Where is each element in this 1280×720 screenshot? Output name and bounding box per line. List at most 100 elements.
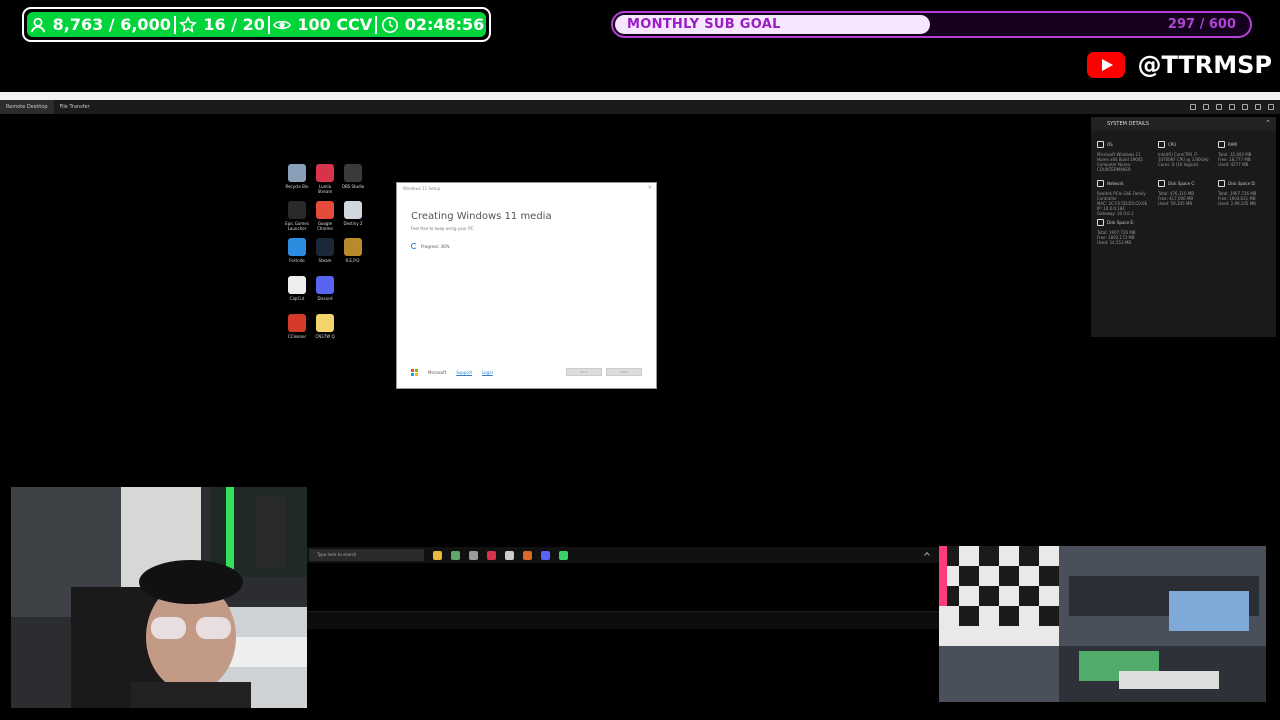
sub-goal-count: 297 / 600 bbox=[1167, 17, 1236, 32]
desktop-icon-label: CN37W Q bbox=[315, 334, 335, 339]
desktop-icon[interactable]: Fortnite bbox=[284, 238, 310, 263]
system-detail-label: Disk Space E: bbox=[1107, 220, 1135, 225]
hardware-icon bbox=[1158, 180, 1165, 187]
setup-window-title: Windows 11 Setup bbox=[403, 186, 441, 191]
lumia-taskbar-icon[interactable] bbox=[487, 550, 496, 560]
system-details-title: SYSTEM DETAILS bbox=[1107, 121, 1150, 127]
desktop-icon-label: Fortnite bbox=[289, 258, 305, 263]
desktop-icon-label: Lumia Stream bbox=[317, 184, 333, 194]
stat-divider bbox=[375, 15, 378, 34]
stat-divider bbox=[174, 15, 177, 34]
hardware-icon bbox=[1218, 180, 1225, 187]
webcam-left-scene bbox=[11, 487, 307, 708]
monitor-taskbar-icon[interactable] bbox=[559, 550, 568, 560]
system-detail-cell: Disk Space D: Total: 1907,726 MB Free: 160… bbox=[1218, 180, 1273, 206]
desktop-icon[interactable]: Lumia Stream bbox=[312, 164, 338, 194]
tray-chevron-icon[interactable] bbox=[924, 552, 930, 558]
windows-setup-dialog: Windows 11 Setup ✕ Creating Windows 11 m… bbox=[396, 182, 657, 389]
desktop-icon[interactable]: CCleaner bbox=[284, 314, 310, 339]
desktop-icon[interactable]: CN37W Q bbox=[312, 314, 338, 339]
youtube-icon bbox=[1087, 52, 1126, 78]
system-detail-cell: Disk Space E: Total: 1907,726 MB Free: 189… bbox=[1097, 219, 1152, 245]
system-detail-cell: Disk Space C: Total: 476,310 MB Free: 417,… bbox=[1158, 180, 1213, 206]
setup-progress-text: Progress: 36% bbox=[421, 243, 450, 249]
system-detail-line: Gateway: 10.0.0.1 bbox=[1097, 211, 1134, 216]
toolbar-keyboard-icon[interactable] bbox=[1216, 104, 1222, 110]
setup-subtitle: Feel free to keep using your PC. bbox=[411, 226, 475, 231]
system-detail-line: Used: 14,553 MB bbox=[1097, 240, 1132, 245]
desktop-icon[interactable]: Recycle Bin bbox=[284, 164, 310, 189]
system-detail-cell: CPU Intel(R) Core(TM) i7- 10700KF CPU @ 3.… bbox=[1158, 141, 1213, 167]
system-detail-label: Disk Space D: bbox=[1228, 181, 1256, 186]
youtube-handle: @TTRMSP bbox=[1087, 50, 1272, 80]
microsoft-logo-icon bbox=[411, 368, 418, 376]
support-link[interactable]: Support bbox=[456, 370, 472, 375]
desktop-icon-label: CCleaner bbox=[287, 334, 307, 339]
system-detail-line: Cores: 8 (16 logical) bbox=[1158, 162, 1199, 167]
desktop-icon[interactable]: CapCut bbox=[284, 276, 310, 301]
destiny-icon bbox=[344, 201, 362, 219]
timer-stat: 02:48:56 bbox=[381, 15, 485, 34]
close-icon[interactable]: ✕ bbox=[648, 185, 652, 191]
legal-link[interactable]: Legal bbox=[482, 370, 493, 375]
remote-toolbar: Remote Desktop File Transfer bbox=[0, 100, 1280, 114]
desktop-icon[interactable]: Destiny 2 bbox=[340, 201, 366, 226]
hardware-icon bbox=[1218, 141, 1225, 148]
desktop-icon[interactable]: Discord bbox=[312, 276, 338, 301]
back-button[interactable]: Back bbox=[566, 368, 602, 376]
webcam-left bbox=[11, 487, 307, 708]
toolbar-display-icon[interactable] bbox=[1203, 104, 1209, 110]
spinner-icon bbox=[411, 243, 417, 249]
desktop-icon-label: Destiny 2 bbox=[343, 221, 363, 226]
taskbar-search-input[interactable]: Type here to search bbox=[309, 549, 424, 561]
lumia-icon bbox=[316, 164, 334, 182]
file-explorer-icon[interactable] bbox=[433, 550, 442, 560]
system-details-header: SYSTEM DETAILS ⌃ bbox=[1091, 117, 1276, 131]
toolbar-monitor-icon[interactable] bbox=[1242, 104, 1248, 110]
epic-icon bbox=[288, 201, 306, 219]
system-detail-cell: OS Microsoft Windows 11 Home x64 Build 190… bbox=[1097, 141, 1152, 172]
remote-window-titlebar[interactable] bbox=[0, 92, 1280, 100]
stat-divider bbox=[268, 15, 271, 34]
desktop-icon[interactable]: R.E.P.O. bbox=[340, 238, 366, 263]
timer-value: 02:48:56 bbox=[404, 15, 485, 34]
steam-icon bbox=[316, 238, 334, 256]
toolbar-fullscreen-icon[interactable] bbox=[1255, 104, 1261, 110]
toolbar-more-icon[interactable] bbox=[1268, 104, 1274, 110]
desktop-icon-label: CapCut bbox=[289, 296, 305, 301]
system-detail-line: COUNTERMAKER bbox=[1097, 167, 1131, 172]
system-detail-label: Disk Space C: bbox=[1168, 181, 1196, 186]
setup-heading: Creating Windows 11 media bbox=[411, 211, 552, 222]
ccv-stat: 100 CCV bbox=[273, 15, 372, 34]
obs-taskbar-icon[interactable] bbox=[469, 550, 478, 560]
capcut-icon bbox=[288, 276, 306, 294]
tab-file-transfer[interactable]: File Transfer bbox=[54, 100, 96, 114]
star-icon bbox=[179, 15, 198, 33]
repo-taskbar-icon[interactable] bbox=[523, 550, 532, 560]
tab-remote-desktop[interactable]: Remote Desktop bbox=[0, 100, 54, 114]
settings-taskbar-icon[interactable] bbox=[505, 550, 514, 560]
discord-taskbar-icon[interactable] bbox=[541, 550, 550, 560]
file-icon bbox=[316, 314, 334, 332]
toolbar-settings-icon[interactable] bbox=[1190, 104, 1196, 110]
microsoft-label: Microsoft bbox=[428, 369, 447, 375]
desktop-icon[interactable]: OBS Studio bbox=[340, 164, 366, 189]
desktop-icon-label: OBS Studio bbox=[341, 184, 365, 189]
desktop-icon-label: Epic Games Launcher bbox=[285, 221, 309, 231]
chrome-taskbar-icon[interactable] bbox=[451, 550, 460, 560]
next-button[interactable]: Next bbox=[606, 368, 642, 376]
desktop-icon[interactable]: Epic Games Launcher bbox=[284, 201, 310, 231]
followers-value: 8,763 / 6,000 bbox=[52, 15, 171, 34]
toolbar-chat-icon[interactable] bbox=[1229, 104, 1235, 110]
sub-goal-label: MONTHLY SUB GOAL bbox=[627, 17, 781, 32]
clock-icon bbox=[381, 16, 398, 33]
collapse-icon[interactable]: ⌃ bbox=[1265, 119, 1271, 127]
system-detail-label: Network bbox=[1107, 181, 1124, 186]
desktop-icon[interactable]: Steam bbox=[312, 238, 338, 263]
system-detail-cell: RAM Total: 32,693 MB Free: 18,777 MB Used: … bbox=[1218, 141, 1273, 167]
eye-icon bbox=[273, 20, 292, 29]
desktop-icon[interactable]: Google Chrome bbox=[312, 201, 338, 231]
desktop-icon-label: R.E.P.O. bbox=[345, 258, 361, 263]
setup-footer: Microsoft Support Legal Back Next bbox=[411, 368, 642, 376]
desktop-icon-label: Discord bbox=[317, 296, 333, 301]
